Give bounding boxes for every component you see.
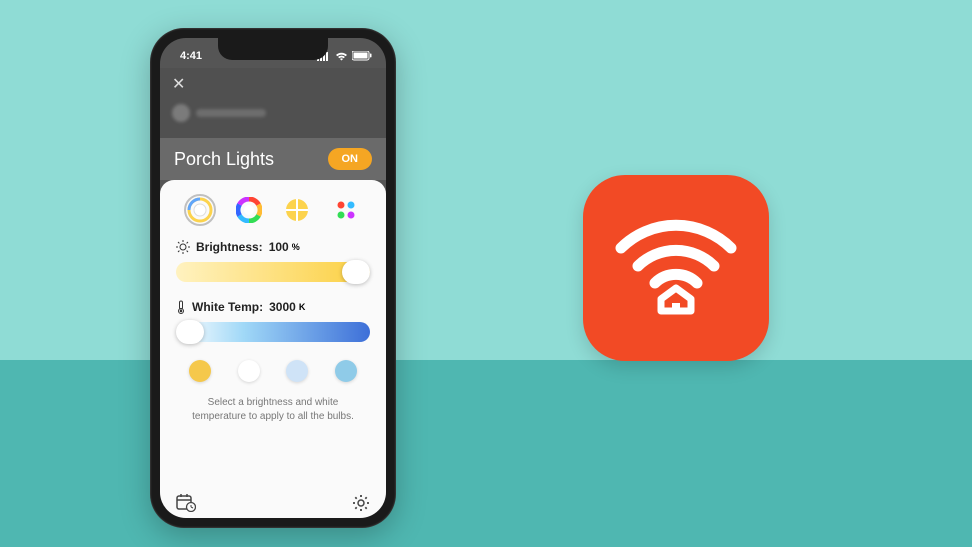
- brightness-thumb[interactable]: [342, 260, 370, 284]
- brightness-value: 100: [269, 240, 289, 254]
- gear-icon[interactable]: [352, 494, 370, 512]
- mode-white-temp[interactable]: [184, 194, 216, 226]
- phone-frame: 4:41 ✕ Porch Lights ON: [150, 28, 396, 528]
- brightness-unit: %: [292, 242, 300, 252]
- help-text: Select a brightness and white temperatur…: [176, 396, 370, 423]
- temp-label-row: White Temp: 3000K: [176, 300, 370, 314]
- brightness-label-row: Brightness: 100%: [176, 240, 370, 254]
- temp-value: 3000: [269, 300, 296, 314]
- schedule-icon[interactable]: [176, 494, 196, 512]
- status-time: 4:41: [180, 50, 202, 62]
- temp-thumb[interactable]: [176, 320, 204, 344]
- preset-cool[interactable]: [286, 360, 308, 382]
- app-icon: [583, 175, 769, 361]
- modal-backdrop: ✕: [160, 68, 386, 138]
- background-bottom: [0, 360, 972, 547]
- card-footer: [160, 494, 386, 512]
- temp-label: White Temp:: [192, 300, 263, 314]
- power-toggle[interactable]: ON: [328, 148, 373, 170]
- preset-warm[interactable]: [189, 360, 211, 382]
- brightness-slider[interactable]: [176, 262, 370, 282]
- wifi-icon: [335, 52, 348, 61]
- background-top: [0, 0, 972, 360]
- battery-icon: [352, 51, 372, 61]
- device-header: Porch Lights ON: [160, 138, 386, 180]
- phone-screen: 4:41 ✕ Porch Lights ON: [160, 38, 386, 518]
- mode-color[interactable]: [233, 194, 265, 226]
- temp-unit: K: [299, 302, 306, 312]
- background-content: [172, 104, 374, 122]
- device-title: Porch Lights: [174, 149, 274, 170]
- thermometer-icon: [176, 300, 186, 314]
- mode-scenes[interactable]: [281, 194, 313, 226]
- brightness-label: Brightness:: [196, 240, 263, 254]
- preset-row: [176, 360, 370, 382]
- preset-blue[interactable]: [335, 360, 357, 382]
- notch: [218, 38, 328, 60]
- temp-slider[interactable]: [176, 322, 370, 342]
- controls-card: Brightness: 100% White Temp: 3000K Selec…: [160, 180, 386, 518]
- brightness-icon: [176, 240, 190, 254]
- close-icon[interactable]: ✕: [172, 76, 185, 93]
- mode-tabs: [176, 194, 370, 226]
- wifi-house-icon: [601, 193, 751, 343]
- mode-presets[interactable]: [330, 194, 362, 226]
- preset-white[interactable]: [238, 360, 260, 382]
